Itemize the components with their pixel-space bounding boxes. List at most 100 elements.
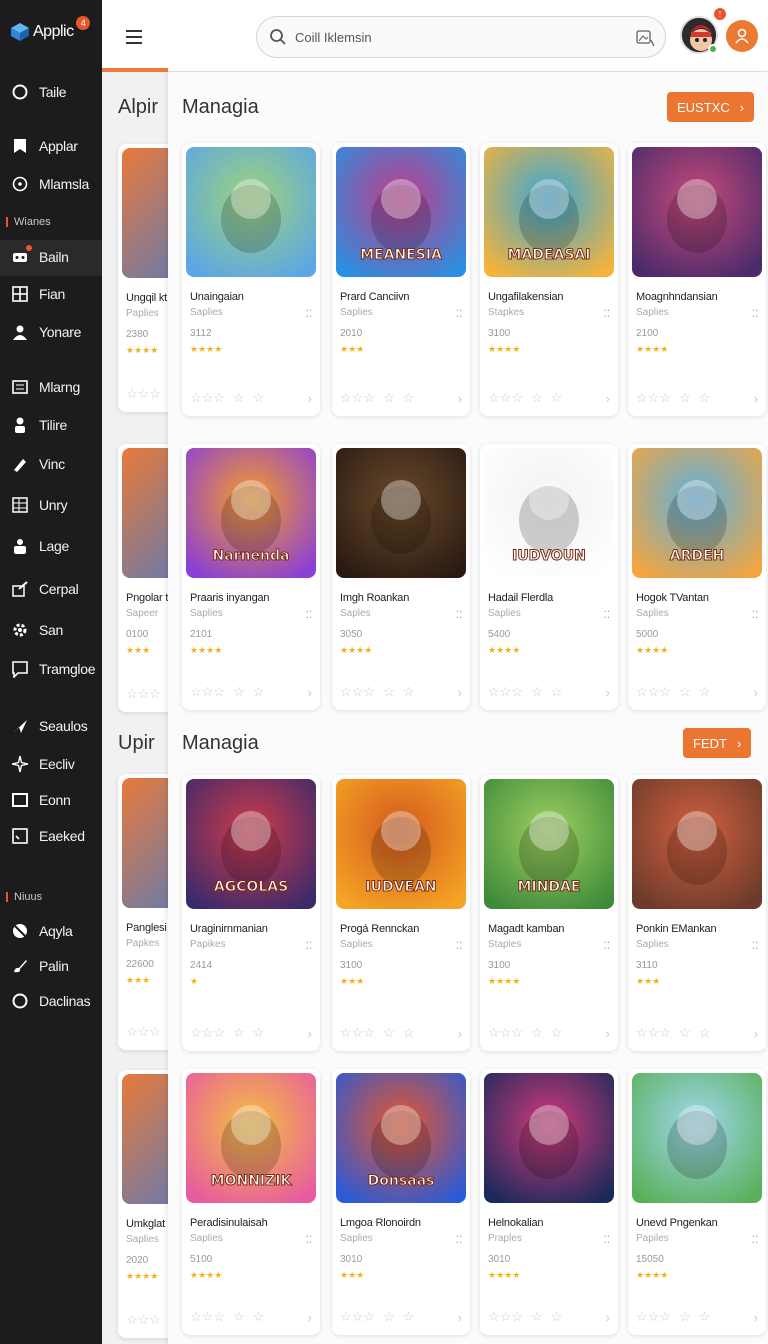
game-thumbnail[interactable]: Narnenda (186, 448, 316, 578)
sidebar-item-11[interactable]: Cerpal (10, 579, 79, 599)
game-thumbnail[interactable] (632, 779, 762, 909)
card-actions[interactable]: ☆☆☆ ☆ ☆ › (636, 1309, 758, 1325)
star-outline-icon[interactable]: ☆ (699, 1025, 711, 1041)
star-outline-icon[interactable]: ☆☆☆ (126, 386, 161, 402)
sidebar-item-6[interactable]: Mlarng (10, 377, 80, 397)
sidebar-item-13[interactable]: Tramgloe (10, 659, 96, 679)
more-options-icon[interactable]: ⁚⁚ (306, 309, 312, 320)
card-actions[interactable]: ☆☆☆ ☆ ☆ › (636, 390, 758, 406)
star-outline-icon[interactable]: ☆☆☆ (190, 390, 225, 406)
game-thumbnail[interactable]: IUDVOUN (484, 448, 614, 578)
star-outline-icon[interactable]: ☆ (551, 390, 563, 406)
game-card[interactable]: MONNIZIK Peradisinulaisah Saplies ⁚⁚ 5100 ★★★… (182, 1069, 320, 1335)
chevron-right-icon[interactable]: › (458, 391, 462, 406)
search-bar[interactable]: Coill Iklemsin (256, 16, 666, 58)
star-outline-icon[interactable]: ☆ (383, 390, 395, 406)
sidebar-item-14[interactable]: Seaulos (10, 716, 88, 736)
star-outline-icon[interactable]: ☆ (403, 1025, 415, 1041)
chevron-right-icon[interactable]: › (308, 1310, 312, 1325)
sidebar-item-15[interactable]: Eecliv (10, 754, 75, 774)
game-thumbnail[interactable]: MEANESIA (336, 147, 466, 277)
partial-game-card[interactable]: Ungqil kt Paplies 2380 ★★★★ ☆☆☆ (118, 144, 168, 412)
game-thumbnail[interactable]: MADEASAI (484, 147, 614, 277)
more-options-icon[interactable]: ⁚⁚ (456, 610, 462, 621)
star-outline-icon[interactable]: ☆ (679, 390, 691, 406)
chevron-right-icon[interactable]: › (606, 1026, 610, 1041)
game-card[interactable]: Narnenda Praaris inyangan Saplies ⁚⁚ 2101 ★★★… (182, 444, 320, 710)
star-outline-icon[interactable]: ☆☆☆ (340, 1025, 375, 1041)
star-outline-icon[interactable]: ☆☆☆ (126, 1024, 161, 1040)
star-outline-icon[interactable]: ☆ (253, 390, 265, 406)
star-outline-icon[interactable]: ☆ (403, 1309, 415, 1325)
star-outline-icon[interactable]: ☆ (531, 1309, 543, 1325)
star-outline-icon[interactable]: ☆ (253, 1025, 265, 1041)
sidebar-item-3[interactable]: Bailn (10, 247, 69, 267)
game-card[interactable]: Moagnhndansian Saplies ⁚⁚ 2100 ★★★★ ☆☆☆ ☆ ☆ › (628, 143, 766, 416)
sidebar-item-19[interactable]: Palin (10, 956, 69, 976)
star-outline-icon[interactable]: ☆ (551, 684, 563, 700)
card-actions[interactable]: ☆☆☆ ☆ ☆ › (340, 1025, 462, 1041)
star-outline-icon[interactable]: ☆ (253, 684, 265, 700)
account-button[interactable] (726, 20, 758, 52)
game-card[interactable]: Donsaas Lmgoa Rlonoirdn Saplies ⁚⁚ 3010 ★★★ ☆☆… (332, 1069, 470, 1335)
card-actions[interactable]: ☆☆☆ (126, 1312, 168, 1328)
more-options-icon[interactable]: ⁚⁚ (604, 941, 610, 952)
sidebar-item-12[interactable]: San (10, 620, 63, 640)
chevron-right-icon[interactable]: › (606, 1310, 610, 1325)
game-thumbnail[interactable] (186, 147, 316, 277)
more-options-icon[interactable]: ⁚⁚ (456, 1235, 462, 1246)
sidebar-item-0[interactable]: Taile (10, 82, 67, 102)
star-outline-icon[interactable]: ☆ (383, 1309, 395, 1325)
game-thumbnail[interactable] (632, 1073, 762, 1203)
sidebar-item-5[interactable]: Yonare (10, 322, 81, 342)
star-outline-icon[interactable]: ☆☆☆ (488, 390, 523, 406)
more-options-icon[interactable]: ⁚⁚ (306, 610, 312, 621)
chevron-right-icon[interactable]: › (606, 391, 610, 406)
game-thumbnail[interactable]: AGCOLAS (186, 779, 316, 909)
star-outline-icon[interactable]: ☆☆☆ (636, 1309, 671, 1325)
game-card[interactable]: IUDVEAN Progá Rennckan Saplies ⁚⁚ 3100 ★★★ ☆☆☆… (332, 775, 470, 1051)
card-actions[interactable]: ☆☆☆ ☆ ☆ › (636, 1025, 758, 1041)
star-outline-icon[interactable]: ☆ (233, 390, 245, 406)
partial-game-card[interactable]: Umkglat Saplies 2020 ★★★★ ☆☆☆ (118, 1070, 168, 1338)
card-actions[interactable]: ☆☆☆ ☆ ☆ › (488, 684, 610, 700)
section-more-button[interactable]: EUSTXC › (667, 92, 755, 122)
more-options-icon[interactable]: ⁚⁚ (604, 309, 610, 320)
chevron-right-icon[interactable]: › (308, 685, 312, 700)
star-outline-icon[interactable]: ☆ (531, 684, 543, 700)
game-thumbnail[interactable]: ARDEH (632, 448, 762, 578)
chevron-right-icon[interactable]: › (308, 391, 312, 406)
card-actions[interactable]: ☆☆☆ ☆ ☆ › (488, 1309, 610, 1325)
star-outline-icon[interactable]: ☆☆☆ (340, 1309, 375, 1325)
game-thumbnail[interactable] (336, 448, 466, 578)
game-thumbnail[interactable] (632, 147, 762, 277)
card-actions[interactable]: ☆☆☆ ☆ ☆ › (190, 390, 312, 406)
game-card[interactable]: Unevd Pngenkan Papiles ⁚⁚ 15050 ★★★★ ☆☆☆ ☆ ☆ › (628, 1069, 766, 1335)
sidebar-item-1[interactable]: Applar (10, 136, 78, 156)
star-outline-icon[interactable]: ☆ (531, 390, 543, 406)
star-outline-icon[interactable]: ☆☆☆ (126, 1312, 161, 1328)
star-outline-icon[interactable]: ☆ (383, 1025, 395, 1041)
card-actions[interactable]: ☆☆☆ ☆ ☆ › (190, 1025, 312, 1041)
star-outline-icon[interactable]: ☆ (551, 1025, 563, 1041)
more-options-icon[interactable]: ⁚⁚ (752, 610, 758, 621)
chevron-right-icon[interactable]: › (754, 1310, 758, 1325)
chevron-right-icon[interactable]: › (754, 685, 758, 700)
star-outline-icon[interactable]: ☆☆☆ (190, 1309, 225, 1325)
star-outline-icon[interactable]: ☆ (233, 684, 245, 700)
chevron-right-icon[interactable]: › (754, 1026, 758, 1041)
star-outline-icon[interactable]: ☆☆☆ (190, 684, 225, 700)
star-outline-icon[interactable]: ☆ (699, 684, 711, 700)
card-actions[interactable]: ☆☆☆ ☆ ☆ › (340, 390, 462, 406)
card-actions[interactable]: ☆☆☆ ☆ ☆ › (340, 684, 462, 700)
more-options-icon[interactable]: ⁚⁚ (752, 1235, 758, 1246)
more-options-icon[interactable]: ⁚⁚ (306, 1235, 312, 1246)
more-options-icon[interactable]: ⁚⁚ (456, 309, 462, 320)
sidebar-item-9[interactable]: Unry (10, 495, 68, 515)
game-card[interactable]: MEANESIA Prard Canciivn Saplies ⁚⁚ 2010 ★★★ ☆☆… (332, 143, 470, 416)
image-search-icon[interactable] (635, 28, 655, 48)
star-outline-icon[interactable]: ☆☆☆ (488, 1309, 523, 1325)
game-thumbnail[interactable]: MONNIZIK (186, 1073, 316, 1203)
sidebar-item-2[interactable]: Mlamsla (10, 174, 89, 194)
more-options-icon[interactable]: ⁚⁚ (752, 309, 758, 320)
